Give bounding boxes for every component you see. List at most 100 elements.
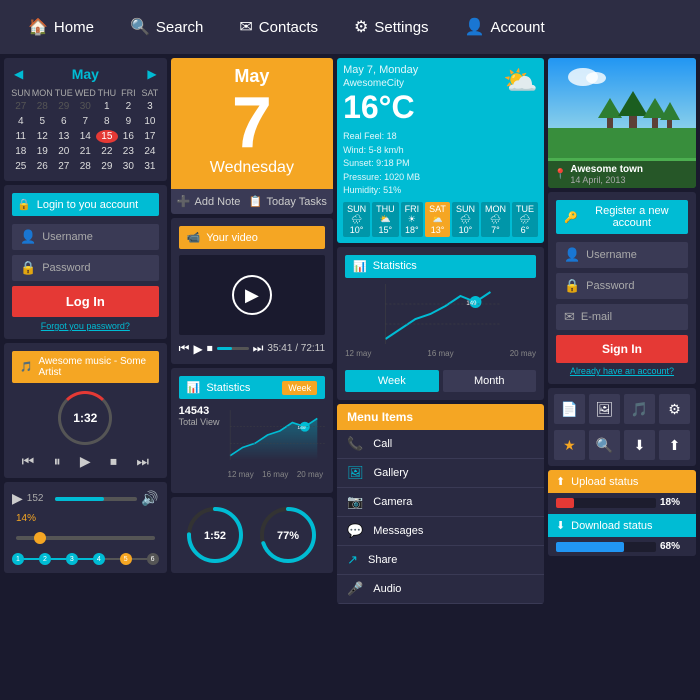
step-5[interactable]: 5 xyxy=(120,553,132,565)
password-icon: 🔒 xyxy=(20,260,36,276)
menu-item-gallery[interactable]: 🖼 Gallery xyxy=(337,459,544,488)
volume-slider[interactable] xyxy=(16,536,155,540)
password-label: Password xyxy=(42,262,90,274)
vid-progress-bar[interactable] xyxy=(217,347,249,350)
download-bar: ⬇ Download status xyxy=(548,514,696,537)
login-button[interactable]: Log In xyxy=(12,286,159,317)
music-time: 1:32 xyxy=(73,411,97,425)
icon-upload[interactable]: ⬆ xyxy=(659,430,690,460)
chart-x-labels: 12 may 16 may 20 may xyxy=(226,470,326,479)
nav-settings[interactable]: ⚙ Settings xyxy=(336,0,447,54)
video-play-btn[interactable]: ▶ xyxy=(232,275,272,315)
icon-image[interactable]: 🖼 xyxy=(589,394,620,424)
nav-contacts[interactable]: ✉ Contacts xyxy=(221,0,336,54)
nav-search[interactable]: 🔍 Search xyxy=(112,0,221,54)
icon-download[interactable]: ⬇ xyxy=(624,430,655,460)
music-header: 🎵 Awesome music - Some Artist xyxy=(12,351,159,383)
step-1[interactable]: 1 xyxy=(12,553,24,565)
menu-item-call[interactable]: 📞 Call xyxy=(337,430,544,459)
vid-play-icon[interactable]: ▶ xyxy=(193,342,202,356)
already-account-link[interactable]: Already have an account? xyxy=(556,366,688,376)
menu-item-share[interactable]: ↗ Share xyxy=(337,546,544,575)
share-icon: ↗ xyxy=(347,552,358,568)
vid-next-icon[interactable]: ⏭ xyxy=(253,341,264,356)
sign-in-button[interactable]: Sign In xyxy=(556,335,688,363)
calendar-grid: SUN MON TUE WED THU FRI SAT 27 28 29 30 … xyxy=(10,88,161,173)
step-4[interactable]: 4 xyxy=(93,553,105,565)
vid-stop-icon[interactable]: ⏹ xyxy=(207,341,213,356)
download-track xyxy=(556,542,656,552)
progress-value: 152 xyxy=(27,493,51,504)
cal-week-4: 18 19 20 21 22 23 24 xyxy=(10,145,161,158)
cal-header-row: SUN MON TUE WED THU FRI SAT xyxy=(10,88,161,98)
icon-grid-row1: 📄 🖼 🎵 ⚙ xyxy=(554,394,690,424)
cal-month: May xyxy=(72,66,99,82)
pause-btn[interactable]: ⏸ xyxy=(54,453,61,470)
today-tasks-btn[interactable]: 📋 Today Tasks xyxy=(249,195,327,208)
cal-prev[interactable]: ◀ xyxy=(14,67,23,81)
weather-day-0[interactable]: SUN🌧10° xyxy=(343,202,370,237)
date-day: 7 xyxy=(232,87,272,159)
register-title: 🔑 Register a new account xyxy=(556,200,688,234)
weather-day-2[interactable]: FRI☀18° xyxy=(401,202,424,237)
play-small-icon[interactable]: ▶ xyxy=(12,490,23,507)
video-icon: 📹 xyxy=(187,231,201,244)
menu-item-audio[interactable]: 🎤 Audio xyxy=(337,575,544,604)
reg-password-label: Password xyxy=(586,280,634,292)
music-ring: 1:32 xyxy=(58,391,112,445)
tab-month[interactable]: Month xyxy=(443,370,536,392)
step-line-3 xyxy=(78,558,93,560)
stats-title-row: 📊 Statistics Week xyxy=(179,376,325,399)
tab-week[interactable]: Week xyxy=(345,370,438,392)
password-row: 🔒 Password xyxy=(12,255,159,281)
prev-btn[interactable]: ⏮ xyxy=(22,453,35,470)
weather-day-5[interactable]: MON🌧7° xyxy=(481,202,510,237)
town-label: 📍 Awesome town 14 April, 2013 xyxy=(548,161,696,188)
step-2[interactable]: 2 xyxy=(39,553,51,565)
add-note-btn[interactable]: ➕ Add Note xyxy=(177,195,241,208)
main-layout: ◀ May ▶ SUN MON TUE WED THU FRI SAT 27 2… xyxy=(0,54,700,608)
icon-search[interactable]: 🔍 xyxy=(589,430,620,460)
week-badge[interactable]: Week xyxy=(282,381,317,395)
volume-icon[interactable]: 🔊 xyxy=(141,490,158,507)
chart2-x-labels: 12 may 16 may 20 may xyxy=(345,349,536,358)
next-btn[interactable]: ⏭ xyxy=(136,453,149,470)
player-progress-row: ▶ 152 🔊 xyxy=(12,490,159,507)
download-progress-row: 68% xyxy=(548,537,696,556)
step-3[interactable]: 3 xyxy=(66,553,78,565)
icon-doc[interactable]: 📄 xyxy=(554,394,585,424)
step-6[interactable]: 6 xyxy=(147,553,159,565)
weather-days: SUN🌧10° THU⛅15° FRI☀18° SAT⛅13° SUN🌧10° … xyxy=(343,202,538,237)
stop-btn[interactable]: ⏹ xyxy=(110,453,117,470)
bottom-controls: ▶ 152 🔊 14% 1 2 3 4 5 xyxy=(4,482,167,573)
icon-music-note[interactable]: 🎵 xyxy=(624,394,655,424)
reg-user-icon: 👤 xyxy=(564,247,580,263)
reg-email-row: ✉ E-mail xyxy=(556,304,688,330)
weather-day-6[interactable]: TUE🌧6° xyxy=(512,202,538,237)
upload-label: Upload status xyxy=(571,476,638,488)
menu-widget: Menu Items 📞 Call 🖼 Gallery 📷 Camera 💬 M… xyxy=(337,404,544,604)
username-label: Username xyxy=(42,231,93,243)
icon-gear[interactable]: ⚙ xyxy=(659,394,690,424)
nav-account[interactable]: 👤 Account xyxy=(447,0,563,54)
cal-next[interactable]: ▶ xyxy=(147,67,156,81)
icon-star[interactable]: ★ xyxy=(554,430,585,460)
camera-icon: 📷 xyxy=(347,494,363,510)
weather-day-1[interactable]: THU⛅15° xyxy=(372,202,399,237)
download-fill xyxy=(556,542,624,552)
tree-4 xyxy=(660,102,680,128)
timer-2: 77% xyxy=(258,505,318,565)
music-controls: ⏮ ⏸ ▶ ⏹ ⏭ xyxy=(12,453,159,470)
menu-item-camera[interactable]: 📷 Camera xyxy=(337,488,544,517)
cal-week-1: 27 28 29 30 1 2 3 xyxy=(10,100,161,113)
forgot-link[interactable]: Forgot you password? xyxy=(12,321,159,331)
progress-track[interactable] xyxy=(55,497,137,501)
weather-day-3[interactable]: SAT⛅13° xyxy=(425,202,450,237)
play-btn[interactable]: ▶ xyxy=(80,453,91,470)
plus-icon: ➕ xyxy=(177,195,191,208)
svg-text:149: 149 xyxy=(467,301,478,307)
menu-item-messages[interactable]: 💬 Messages xyxy=(337,517,544,546)
weather-day-4[interactable]: SUN🌧10° xyxy=(452,202,479,237)
vid-prev-icon[interactable]: ⏮ xyxy=(179,341,190,356)
nav-home[interactable]: 🏠 Home xyxy=(10,0,112,54)
